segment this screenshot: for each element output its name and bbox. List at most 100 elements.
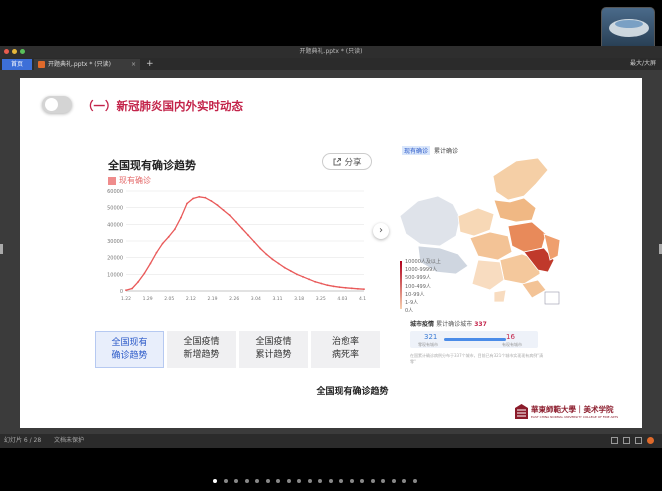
close-tab-icon[interactable]: × [131, 59, 136, 70]
chart-title: 全国现有确诊趋势 [108, 159, 196, 172]
page-dot[interactable] [360, 479, 364, 483]
city-ratio-bar [444, 338, 506, 341]
data-point [125, 289, 127, 292]
data-point [283, 266, 286, 269]
x-tick-label: 3.18 [294, 296, 304, 302]
protect-status[interactable]: 文档未保护 [54, 434, 84, 448]
logo-subtitle: EAST CHINA NORMAL UNIVERSITY COLLEGE OF … [531, 415, 619, 419]
series-line [125, 196, 365, 291]
reading-view-icon[interactable] [635, 437, 642, 444]
slideshow-icon[interactable] [647, 437, 654, 444]
map-tabs: 现有确诊 累计确诊 [402, 146, 458, 155]
map-legend-item: 10000人及以上 [405, 259, 441, 265]
data-point [222, 209, 225, 212]
tab-recovery-death-rate[interactable]: 治愈率 病死率 [311, 331, 380, 368]
map-legend-item: 500-999人 [405, 275, 431, 282]
data-point [167, 235, 170, 238]
y-tick-label: 50000 [107, 206, 123, 212]
status-bar: 幻灯片 6 / 28 文档未保护 [0, 434, 662, 448]
data-point [234, 220, 237, 223]
tab-document[interactable]: 开题典礼.pptx * (只读) × [34, 59, 140, 70]
trend-chart: 0 10000 20000 30000 40000 50000 60000 1.22 1.29 2… [107, 189, 366, 302]
y-tick-label: 40000 [107, 222, 123, 228]
data-point [314, 280, 317, 283]
tab-document-label: 开题典礼.pptx * (只读) [48, 61, 111, 68]
share-icon [333, 157, 342, 165]
tab-map-current[interactable]: 现有确诊 [402, 146, 431, 155]
page-dot[interactable] [276, 479, 280, 483]
data-point [271, 258, 274, 261]
data-point [247, 234, 249, 237]
tab-map-cumulative[interactable]: 累计确诊 [434, 146, 458, 155]
page-dot[interactable] [318, 479, 322, 483]
tab-home[interactable]: 首页 [2, 59, 32, 70]
data-point [204, 196, 207, 199]
close-icon[interactable] [4, 49, 9, 54]
data-point [131, 287, 134, 290]
data-point [155, 251, 158, 254]
slide-counter: 幻灯片 6 / 28 [4, 437, 42, 444]
x-tick-label: 4.03 [337, 296, 347, 302]
new-tab-icon[interactable]: + [146, 58, 154, 70]
page-dot[interactable] [339, 479, 343, 483]
page-dot[interactable] [349, 479, 354, 483]
next-chart-button[interactable]: › [373, 223, 389, 239]
data-point [137, 280, 140, 283]
page-dot[interactable] [381, 479, 385, 483]
page-dot[interactable] [234, 479, 238, 483]
data-point [210, 200, 213, 202]
page-dot[interactable] [370, 479, 375, 483]
y-tick-label: 0 [120, 289, 123, 295]
active-city-label: 有现有城市 [502, 342, 522, 347]
page-dot[interactable] [412, 479, 417, 483]
page-dot[interactable] [255, 479, 259, 483]
tab-new-cases-trend[interactable]: 全国疫情 新增趋势 [167, 331, 236, 368]
data-point [161, 242, 164, 245]
data-point [241, 227, 243, 230]
city-count: 337 [474, 321, 487, 328]
city-note: 在国累计确诊病例分布于337个城市，目前已有321个城市实现现有病例"清零" [410, 353, 544, 364]
data-point [326, 284, 329, 287]
page-dot[interactable] [297, 479, 301, 483]
ppt-file-icon [38, 61, 45, 68]
tab-cumulative-trend[interactable]: 全国疫情 累计趋势 [239, 331, 308, 368]
data-point [332, 285, 335, 288]
page-dot[interactable] [328, 479, 333, 483]
share-button[interactable]: 分享 [322, 153, 372, 170]
data-point [344, 286, 347, 289]
page-dot[interactable] [391, 479, 396, 483]
page-dot[interactable] [402, 479, 406, 483]
data-point [295, 273, 298, 276]
data-point [356, 287, 359, 290]
slide: （一）新冠肺炎国内外实时动态 全国现有确诊趋势 现有确诊 分享 0 10000 20… [20, 78, 642, 428]
screen: LQ 开题典礼.pptx * (只读) 首页 开题典礼.pptx * (只读) … [0, 0, 662, 491]
page-dot[interactable] [213, 479, 217, 483]
maximize-icon[interactable] [20, 49, 25, 54]
minimize-icon[interactable] [12, 49, 17, 54]
window-mode-label[interactable]: 最大/大屏 [630, 58, 656, 70]
data-point [277, 262, 280, 265]
page-dot[interactable] [244, 479, 249, 483]
data-point [180, 216, 182, 219]
map-legend: 10000人及以上 1000-9999人 500-999人 100-499人 1… [400, 258, 441, 315]
data-point [149, 262, 152, 265]
presentation-app: 开题典礼.pptx * (只读) 首页 开题典礼.pptx * (只读) × +… [0, 46, 662, 448]
view-controls [611, 437, 654, 444]
data-point [173, 228, 176, 231]
data-point [143, 272, 146, 275]
page-dot[interactable] [265, 479, 270, 483]
slide-sorter-icon[interactable] [623, 437, 630, 444]
normal-view-icon[interactable] [611, 437, 618, 444]
page-dot[interactable] [286, 479, 291, 483]
data-point [265, 253, 268, 256]
data-point [289, 270, 292, 272]
x-tick-label: 2.19 [208, 296, 218, 302]
share-label: 分享 [344, 157, 362, 168]
page-dot[interactable] [307, 479, 312, 483]
data-point [259, 247, 262, 250]
data-point [216, 204, 219, 207]
map-legend-item: 0人 [405, 308, 414, 315]
page-dot[interactable] [223, 479, 228, 483]
tab-current-confirmed-trend[interactable]: 全国现有 确诊趋势 [95, 331, 164, 368]
x-tick-label: 3.25 [316, 296, 326, 302]
